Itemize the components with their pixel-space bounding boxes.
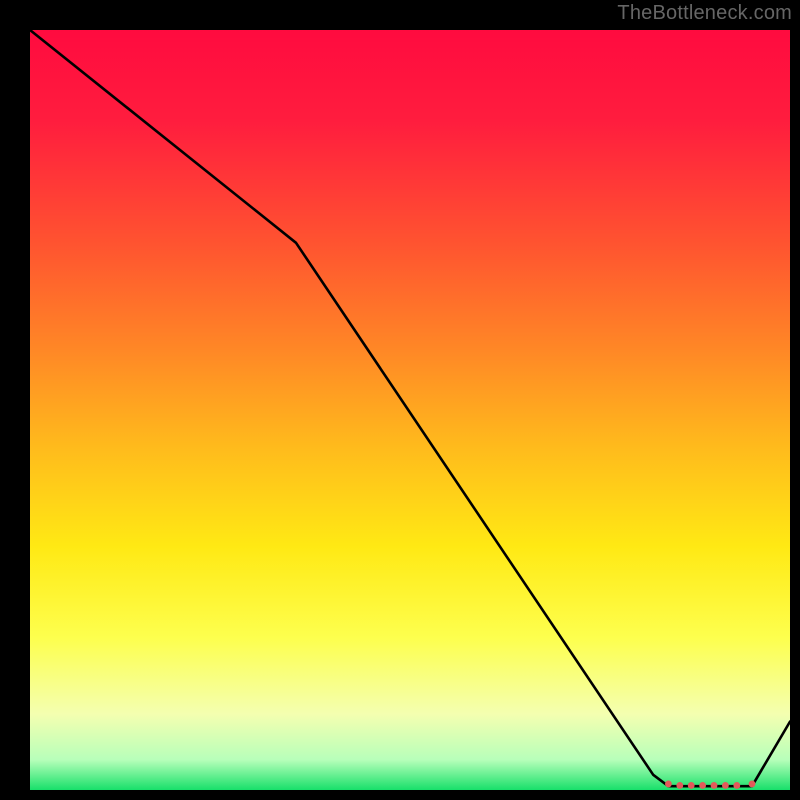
- marker-point: [699, 782, 706, 789]
- marker-point: [722, 782, 729, 789]
- chart-container: TheBottleneck.com: [0, 0, 800, 800]
- marker-point: [665, 781, 672, 788]
- marker-point: [733, 782, 740, 789]
- marker-point: [688, 782, 695, 789]
- marker-point: [711, 782, 718, 789]
- marker-point: [676, 782, 683, 789]
- marker-point: [749, 781, 756, 788]
- chart-svg: [0, 0, 800, 800]
- gradient-background: [30, 30, 790, 790]
